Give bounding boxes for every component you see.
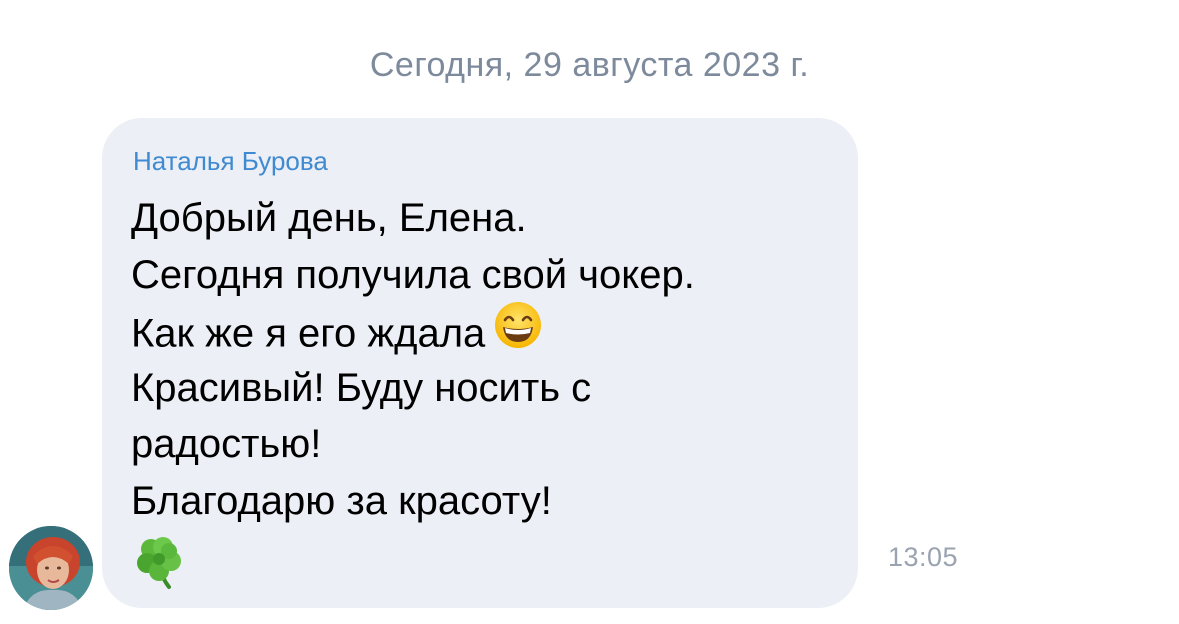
message-line-text: Как же я его ждала (131, 311, 486, 356)
message-line: Благодарю за красоту! (131, 478, 552, 523)
sender-name[interactable]: Наталья Бурова (133, 146, 328, 176)
shamrock-icon (131, 533, 841, 607)
message-line: Добрый день, Елена. (131, 196, 527, 240)
avatar-photo (9, 526, 93, 610)
message-line: радостью! (131, 422, 322, 466)
grinning-face-icon (493, 300, 543, 366)
sender-avatar[interactable] (9, 526, 93, 610)
date-separator: Сегодня, 29 августа 2023 г. (369, 46, 810, 84)
message-time: 13:05 (888, 542, 959, 572)
message-text: Добрый день, Елена. Сегодня получила сво… (131, 190, 841, 607)
message-line: Красивый! Буду носить с (131, 365, 592, 410)
message-line: Сегодня получила свой чокер. (131, 252, 695, 297)
message-line: Как же я его ждала (131, 302, 841, 360)
message-bubble[interactable]: Наталья Бурова Добрый день, Елена. Сегод… (102, 118, 858, 608)
